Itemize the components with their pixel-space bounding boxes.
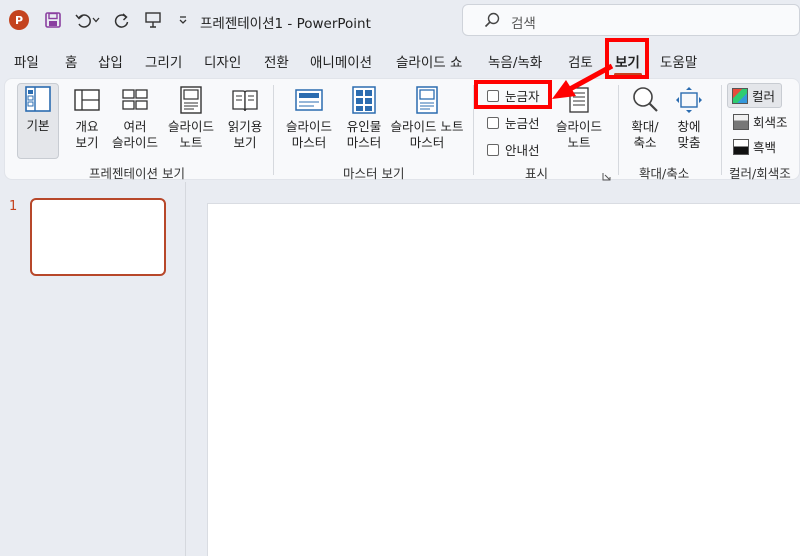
annotation-arrow-icon (552, 63, 614, 99)
